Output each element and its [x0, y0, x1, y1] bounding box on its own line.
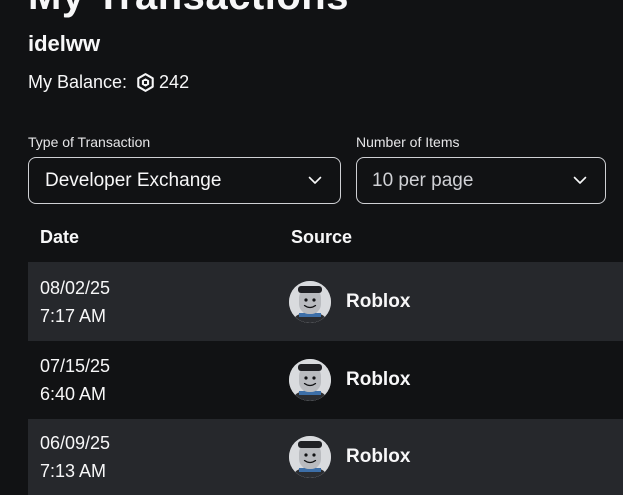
- date-cell: 08/02/25 7:17 AM: [40, 274, 110, 330]
- transaction-type-value: Developer Exchange: [45, 169, 222, 191]
- items-per-page-value: 10 per page: [372, 169, 474, 191]
- transaction-type-label: Type of Transaction: [28, 134, 151, 150]
- items-per-page-select[interactable]: 10 per page: [356, 157, 606, 204]
- table-row: 08/02/25 7:17 AM Roblox: [28, 262, 623, 341]
- row-date: 08/02/25: [40, 277, 111, 298]
- row-time: 7:17 AM: [40, 305, 107, 326]
- source-cell: Roblox: [289, 359, 410, 401]
- balance-label: My Balance:: [28, 72, 128, 92]
- avatar-image: [289, 280, 331, 323]
- source-name[interactable]: Roblox: [346, 369, 410, 391]
- source-cell: Roblox: [289, 280, 410, 323]
- row-time: 6:40 AM: [40, 384, 107, 404]
- balance: My Balance: 242: [28, 72, 189, 93]
- avatar[interactable]: [289, 436, 331, 478]
- table-row: 06/09/25 7:13 AM Roblox: [28, 419, 623, 495]
- chevron-down-icon: [573, 176, 587, 184]
- robux-icon: [137, 73, 154, 92]
- date-cell: 07/15/25 6:40 AM: [40, 352, 110, 408]
- source-name[interactable]: Roblox: [346, 446, 410, 468]
- source-cell: Roblox: [289, 436, 410, 478]
- balance-value: 242: [159, 72, 190, 92]
- chevron-down-icon: [308, 176, 322, 184]
- date-cell: 06/09/25 7:13 AM: [40, 429, 110, 485]
- avatar-image: [289, 436, 331, 478]
- table-row: 07/15/25 6:40 AM Roblox: [28, 341, 623, 419]
- avatar[interactable]: [289, 280, 331, 323]
- username: idelww: [28, 31, 101, 56]
- avatar-image: [289, 359, 331, 401]
- row-date: 07/15/25: [40, 356, 111, 376]
- avatar[interactable]: [289, 359, 331, 401]
- column-header-source: Source: [291, 226, 353, 247]
- transaction-type-select[interactable]: Developer Exchange: [28, 157, 341, 204]
- row-date: 06/09/25: [40, 433, 111, 453]
- transactions-page: My Transactions idelww My Balance: 242 T…: [0, 0, 623, 495]
- row-time: 7:13 AM: [40, 461, 107, 481]
- page-title: My Transactions: [28, 0, 349, 19]
- items-count-label: Number of Items: [356, 134, 460, 150]
- column-header-date: Date: [40, 226, 80, 247]
- source-name[interactable]: Roblox: [346, 291, 410, 313]
- table-header: Date Source: [28, 212, 623, 262]
